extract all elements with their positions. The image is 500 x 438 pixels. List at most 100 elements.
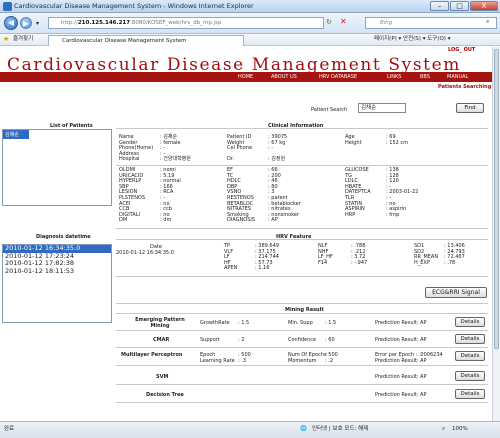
logout-link[interactable]: LOG_ OUT: [448, 47, 475, 53]
confidence-value: : 60: [325, 337, 335, 343]
zoom-level[interactable]: 100%: [452, 422, 468, 437]
prediction-result: Prediction Result: AP: [375, 392, 427, 398]
momentum-label: Momentum: [288, 358, 317, 364]
url-host: 210.125.146.217: [77, 20, 131, 26]
diagnosis-item[interactable]: 2010-01-12 18:11:53: [3, 267, 111, 276]
emerging-pattern-mining-label: Emerging Pattern Mining: [135, 317, 185, 329]
find-button[interactable]: Find: [456, 103, 484, 113]
growth-rate-value: : 1.5: [238, 320, 250, 326]
divider: [116, 347, 488, 348]
momentum-value: : .2: [325, 358, 334, 364]
support-value: : 2: [238, 337, 245, 343]
divider: [116, 365, 488, 366]
details-button[interactable]: Details: [455, 351, 485, 361]
hrv-date-value: 2010-01-12 16:34:35.0: [116, 250, 174, 256]
security-zone: 인터넷 | 보호 모드: 해제: [312, 426, 369, 432]
address-input[interactable]: http://210.125.146.217:8080/KOSEF_web/hr…: [48, 17, 324, 29]
refresh-icon[interactable]: ↻: [326, 18, 332, 26]
risk-labels-1: OLDMI URICACID HYPERLP SBP LESION PLSTENOS ACE…: [119, 167, 146, 224]
divider: [116, 239, 488, 240]
svm-label: SVM: [156, 374, 169, 380]
prediction-result: Prediction Result: AP: [375, 374, 427, 380]
patient-search-label: Patient Search: [311, 107, 348, 113]
vertical-scrollbar[interactable]: [492, 47, 500, 421]
confidence-label: Confidence: [288, 337, 317, 343]
url-path: :8080/KOSEF_web/hrv_db_mp.jsp: [130, 20, 222, 26]
learning-rate-label: Learning Rate: [200, 358, 235, 364]
hrv-values-2: : .788: .212: 3.72: -.947: [351, 243, 368, 266]
clinical-labels-b: Patient ID Weight Cel Phone Dr.: [227, 134, 253, 163]
clinical-values-a: : 김채순: female: -: -: 건양대학병원: [160, 134, 191, 163]
search-engine-name: Bing: [380, 20, 393, 26]
risk-values-2: : 66: 200: 46: 80: 3: patent: betablocke…: [268, 167, 301, 224]
status-bar: 완료 🌐 인터넷 | 보호 모드: 해제 ⌕ 100%: [0, 421, 500, 438]
favorites-button[interactable]: 즐겨찾기: [13, 34, 33, 45]
prediction-result: Prediction Result: AP: [375, 358, 427, 364]
min-supp-label: Min. Supp: [288, 320, 313, 326]
prediction-result: Prediction Result: AP: [375, 337, 427, 343]
divider: [116, 276, 488, 277]
details-button[interactable]: Details: [455, 371, 485, 381]
command-bar-tools[interactable]: 페이지(P) ▾ 안전(S) ▾ 도구(O) ▾: [374, 34, 450, 45]
patient-list-item[interactable]: 김채순: [3, 130, 29, 139]
hrv-values-3: : 13.406: 24.793: 72.467: .78: [444, 243, 465, 266]
menu-hrv-database[interactable]: HRV DATABASE: [319, 74, 357, 80]
divider: [116, 313, 488, 314]
divider: [116, 402, 488, 403]
cmar-label: CMAR: [153, 337, 170, 343]
search-icon[interactable]: ⌕: [486, 18, 489, 26]
details-button[interactable]: Details: [455, 317, 485, 327]
search-input[interactable]: Bing: [365, 17, 497, 29]
menu-links[interactable]: LINKS: [387, 74, 401, 80]
zoom-icon[interactable]: ⌕: [442, 422, 445, 437]
back-icon[interactable]: ◀: [4, 16, 18, 30]
clinical-labels-c: Age Height: [345, 134, 362, 146]
browser-tab[interactable]: Cardiovascular Disease Management System: [48, 35, 244, 46]
clinical-values-c: : 69: 152 cm: [386, 134, 409, 146]
scrollbar-thumb[interactable]: [494, 49, 499, 349]
decision-tree-label: Decision Tree: [146, 392, 184, 398]
prediction-result: Prediction Result: AP: [375, 320, 427, 326]
globe-icon: 🌐: [300, 426, 307, 432]
status-text: 완료: [4, 426, 15, 432]
risk-values-1: : nomi: 5.19: normal: 166: RCA: -: no: c…: [160, 167, 181, 224]
hrv-labels-3: SD1 SD2 RR_MEAN H_EXP: [414, 243, 439, 266]
menu-bbs[interactable]: BBS: [420, 74, 430, 80]
divider: [116, 303, 488, 304]
ecg-rri-signal-button[interactable]: ECG&RRI Signal: [425, 287, 487, 298]
patient-search-input[interactable]: 김채순: [358, 103, 406, 113]
window-title: Cardiovascular Disease Management System…: [14, 2, 254, 10]
window-titlebar: Cardiovascular Disease Management System…: [0, 0, 500, 13]
patients-searching-link[interactable]: Patients Searching: [438, 84, 491, 90]
divider: [116, 330, 488, 331]
minimize-button[interactable]: –: [430, 1, 449, 11]
support-label: Support: [200, 337, 220, 343]
address-toolbar: ◀ ▶ ▾ http://210.125.146.217:8080/KOSEF_…: [0, 13, 500, 34]
favorites-star-icon[interactable]: ★: [3, 34, 9, 45]
clinical-values-b: : 39075: 67 kg: - : 김정원: [268, 134, 288, 163]
learning-rate-value: : .3: [238, 358, 247, 364]
risk-labels-3: GLUCOSE TG LDLC HBATE DATEPTCA TLR STATIN ASPIR…: [345, 167, 371, 218]
forward-icon[interactable]: ▶: [20, 17, 32, 29]
close-button[interactable]: X: [470, 1, 498, 11]
risk-values-3: : 138: 128: 120: -: 2003-01-22: -: no: a…: [386, 167, 419, 218]
clinical-labels-a: Name Gender Phone(Home) Address Hospital: [119, 134, 154, 163]
menu-manual[interactable]: MANUAL: [447, 74, 468, 80]
details-button[interactable]: Details: [455, 334, 485, 344]
history-dropdown-icon[interactable]: ▾: [36, 20, 39, 27]
menu-about-us[interactable]: ABOUT US: [271, 74, 297, 80]
menu-home[interactable]: HOME: [238, 74, 253, 80]
divider: [116, 384, 488, 385]
divider: [116, 128, 488, 129]
patient-listbox[interactable]: 김채순: [2, 129, 112, 206]
multilayer-perceptron-label: Multilayer Perceptron: [121, 352, 183, 358]
hrv-labels-1: TP VLF LF HF APEN: [224, 243, 238, 272]
maximize-button[interactable]: □: [450, 1, 469, 11]
risk-labels-2: EF TC HDLC DBP VSNO RESTENOS BETABLOC NITRATES S…: [227, 167, 256, 224]
web-page: LOG_ OUT Cardiovascular Disease Manageme…: [0, 47, 492, 421]
hrv-labels-2: NLF NHF LF_HF F14: [318, 243, 333, 266]
growth-rate-label: GrowthRate: [200, 320, 230, 326]
details-button[interactable]: Details: [455, 389, 485, 399]
stop-icon[interactable]: ✕: [340, 17, 347, 26]
diagnosis-listbox[interactable]: 2010-01-12 16:34:35.0 2010-01-12 17:23:2…: [2, 244, 112, 323]
